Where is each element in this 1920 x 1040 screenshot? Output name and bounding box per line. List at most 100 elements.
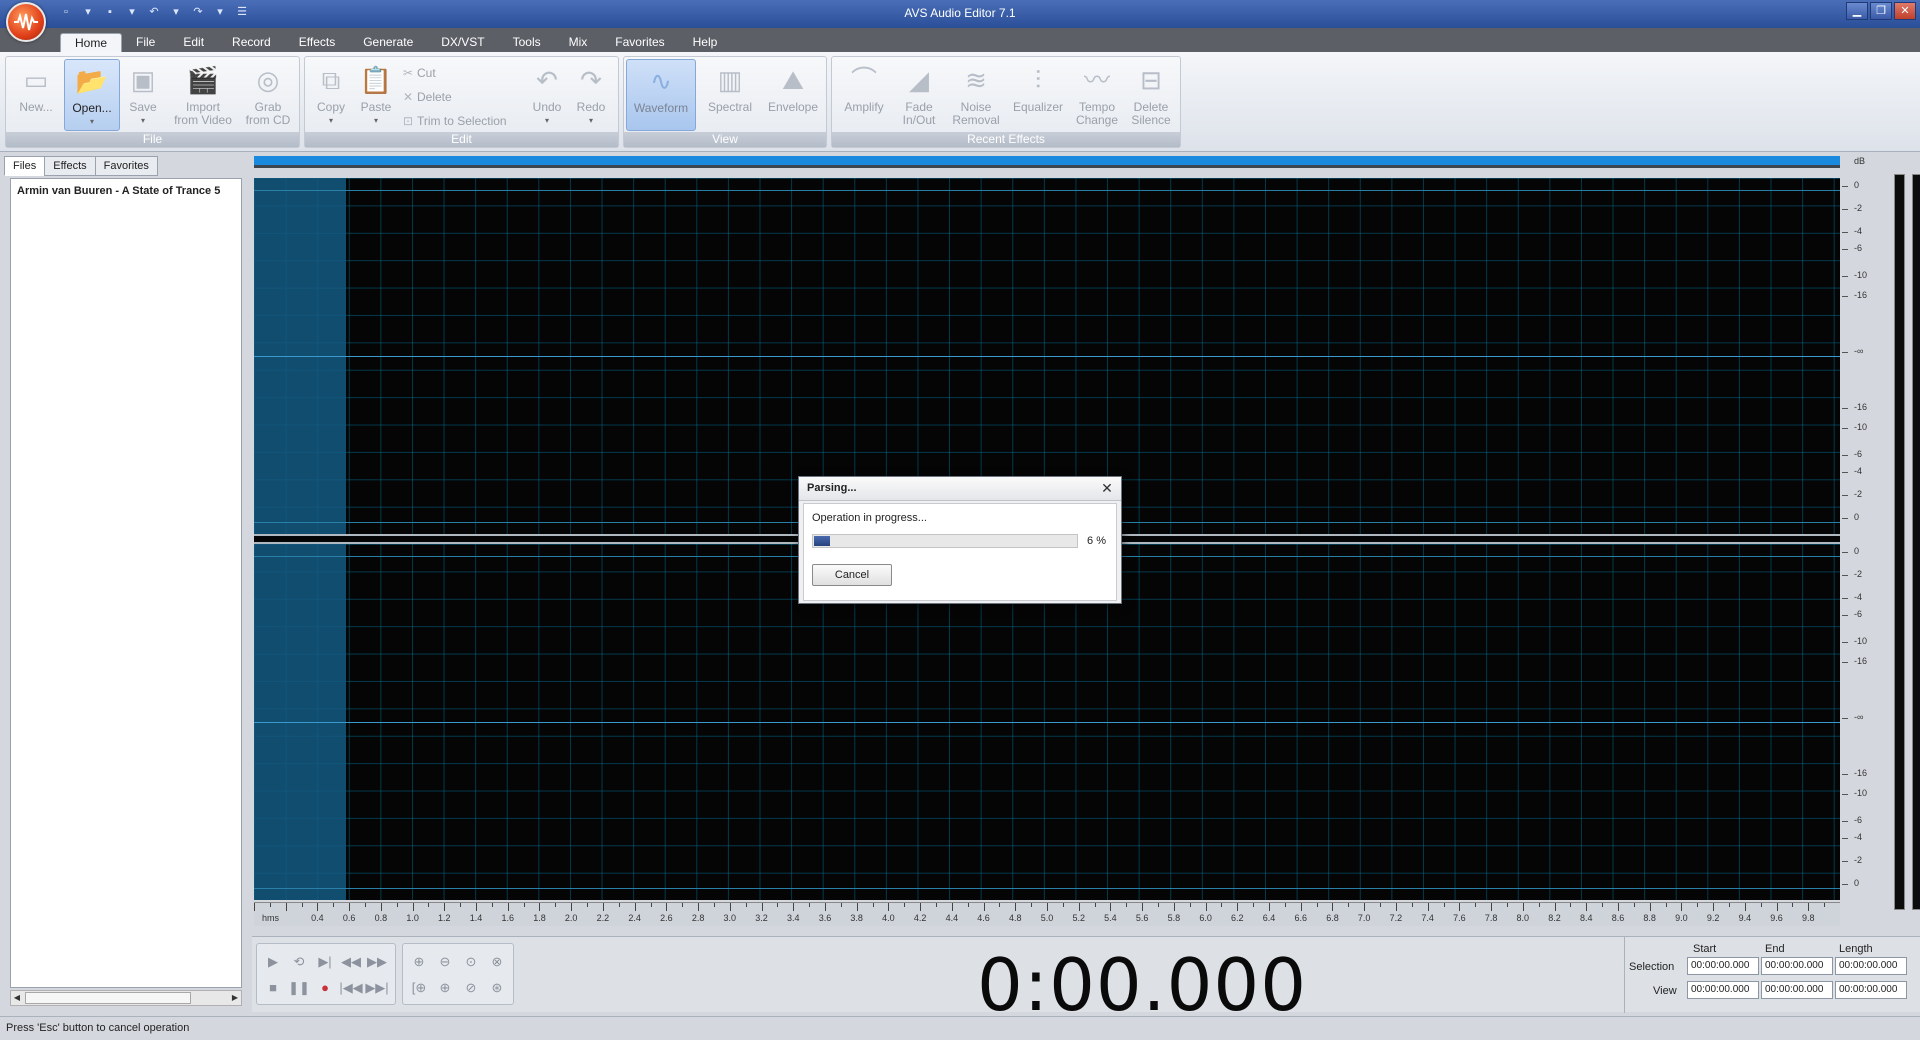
end-header: End bbox=[1765, 943, 1785, 955]
spectral-view-button[interactable]: ▥ Spectral bbox=[700, 59, 760, 131]
ruler-tick bbox=[476, 903, 478, 911]
record-icon[interactable]: ● bbox=[313, 976, 337, 1000]
play-to-end-icon[interactable]: ▶| bbox=[313, 950, 337, 974]
zoom-out-icon[interactable]: ⊖ bbox=[433, 950, 457, 974]
new-button[interactable]: ▭ New... bbox=[10, 59, 62, 131]
tab-tools[interactable]: Tools bbox=[499, 33, 555, 52]
tab-mix[interactable]: Mix bbox=[555, 33, 602, 52]
cut-button[interactable]: ✂ Cut bbox=[403, 63, 436, 83]
envelope-view-button[interactable]: ⛰ Envelope bbox=[762, 59, 824, 131]
selection-end-field[interactable]: 00:00:00.000 bbox=[1761, 957, 1833, 975]
zoom-selection-icon[interactable]: ⊗ bbox=[485, 950, 509, 974]
tab-home[interactable]: Home bbox=[60, 33, 123, 52]
amplify-button[interactable]: ⌒ Amplify bbox=[836, 59, 892, 131]
overview-bar[interactable] bbox=[254, 156, 1840, 168]
tab-dx-vst[interactable]: DX/VST bbox=[427, 33, 498, 52]
zoom-all-icon[interactable]: ⊛ bbox=[485, 976, 509, 1000]
ruler-tick bbox=[1300, 903, 1302, 911]
tab-favorites[interactable]: Favorites bbox=[94, 156, 158, 176]
copy-button[interactable]: ⧉ Copy ▾ bbox=[309, 59, 353, 131]
dialog-close-icon[interactable]: ✕ bbox=[1099, 480, 1115, 496]
go-to-start-icon[interactable]: |◀◀ bbox=[339, 976, 363, 1000]
scroll-right-arrow-icon[interactable]: ▶ bbox=[229, 991, 241, 1005]
file-list-horizontal-scrollbar[interactable]: ◀ ▶ bbox=[10, 990, 242, 1006]
paste-button[interactable]: 📋 Paste ▾ bbox=[353, 59, 399, 131]
trim-to-selection-button[interactable]: ⊡ Trim to Selection bbox=[403, 111, 507, 131]
maximize-button[interactable]: ❐ bbox=[1870, 2, 1892, 20]
ruler-label: 2.4 bbox=[628, 913, 641, 923]
selection-start-field[interactable]: 00:00:00.000 bbox=[1687, 957, 1759, 975]
pause-icon[interactable]: ❚❚ bbox=[287, 976, 311, 1000]
play-icon[interactable]: ▶ bbox=[261, 950, 285, 974]
waveform-view-button[interactable]: ∿ Waveform bbox=[626, 59, 696, 131]
ruler-label: 0.4 bbox=[311, 913, 324, 923]
undo-button[interactable]: ↶ Undo ▾ bbox=[525, 59, 569, 131]
fade-in-out-button[interactable]: ◢ Fade In/Out bbox=[894, 59, 944, 131]
zoom-in-vertical-icon[interactable]: [⊕ bbox=[407, 976, 431, 1000]
noise-removal-button[interactable]: ≋ Noise Removal bbox=[946, 59, 1006, 131]
db-tick bbox=[1842, 820, 1848, 822]
ruler-tick bbox=[666, 903, 668, 911]
ruler-tick bbox=[761, 903, 763, 911]
scroll-thumb[interactable] bbox=[25, 992, 191, 1004]
go-to-end-icon[interactable]: ▶▶| bbox=[365, 976, 389, 1000]
tab-edit[interactable]: Edit bbox=[169, 33, 218, 52]
cancel-button[interactable]: Cancel bbox=[812, 564, 892, 586]
channel-center-line bbox=[254, 722, 1840, 723]
db-label: -6 bbox=[1854, 448, 1863, 459]
db-label: -4 bbox=[1854, 226, 1863, 237]
redo-button[interactable]: ↷ Redo ▾ bbox=[569, 59, 613, 131]
delete-button[interactable]: ✕ Delete bbox=[403, 87, 452, 107]
view-length-field[interactable]: 00:00:00.000 bbox=[1835, 981, 1907, 999]
ruler-tick bbox=[460, 903, 462, 907]
open-button[interactable]: 📂 Open... ▾ bbox=[64, 59, 120, 131]
stop-icon[interactable]: ■ bbox=[261, 976, 285, 1000]
zoom-fit-icon[interactable]: ⊙ bbox=[459, 950, 483, 974]
zoom-in-icon[interactable]: ⊕ bbox=[407, 950, 431, 974]
loop-play-icon[interactable]: ⟲ bbox=[287, 950, 311, 974]
time-display: 0:00.000 bbox=[977, 943, 1307, 1027]
view-start-field[interactable]: 00:00:00.000 bbox=[1687, 981, 1759, 999]
close-button[interactable]: ✕ bbox=[1894, 2, 1916, 20]
import-from-video-button[interactable]: 🎬 Import from Video bbox=[168, 59, 238, 131]
db-label: -6 bbox=[1854, 243, 1863, 254]
progress-bar bbox=[812, 534, 1078, 548]
equalizer-button[interactable]: ⫶ Equalizer bbox=[1008, 59, 1068, 131]
db-tick bbox=[1842, 471, 1848, 473]
application-menu-button[interactable] bbox=[6, 2, 46, 42]
db-label: -16 bbox=[1854, 768, 1868, 779]
file-list-item[interactable]: Armin van Buuren - A State of Trance 5 bbox=[17, 185, 220, 197]
db-label: -4 bbox=[1854, 465, 1863, 476]
delete-silence-button[interactable]: ⊟ Delete Silence bbox=[1124, 59, 1178, 131]
tab-help[interactable]: Help bbox=[679, 33, 732, 52]
view-end-field[interactable]: 00:00:00.000 bbox=[1761, 981, 1833, 999]
zoom-out-vertical-icon[interactable]: ⊕ bbox=[433, 976, 457, 1000]
db-label: -10 bbox=[1854, 635, 1868, 646]
scroll-left-arrow-icon[interactable]: ◀ bbox=[11, 991, 23, 1005]
minimize-button[interactable]: ▁ bbox=[1846, 2, 1868, 20]
fast-forward-icon[interactable]: ▶▶ bbox=[365, 950, 389, 974]
title-bar: ▫ ▾ ▪ ▾ ↶ ▾ ↷ ▾ ☰ AVS Audio Editor 7.1 ▁ ❐ ✕ bbox=[0, 0, 1920, 28]
db-tick bbox=[1842, 884, 1848, 885]
time-ruler[interactable]: hms 0.4 0.6 0.8 1.0 1.2 1.4 1.6 1.8 2.0 2.2 2.4 2.6… bbox=[254, 902, 1840, 926]
ruler-label: 1.0 bbox=[406, 913, 419, 923]
tab-generate[interactable]: Generate bbox=[349, 33, 427, 52]
ruler-tick bbox=[872, 903, 874, 907]
ruler-tick bbox=[967, 903, 969, 907]
tab-files[interactable]: Files bbox=[4, 156, 46, 176]
zoom-reset-icon[interactable]: ⊘ bbox=[459, 976, 483, 1000]
selection-length-field[interactable]: 00:00:00.000 bbox=[1835, 957, 1907, 975]
tab-effects[interactable]: Effects bbox=[285, 33, 349, 52]
tab-record[interactable]: Record bbox=[218, 33, 285, 52]
rewind-icon[interactable]: ◀◀ bbox=[339, 950, 363, 974]
ruler-tick bbox=[1554, 903, 1556, 911]
tab-favorites[interactable]: Favorites bbox=[601, 33, 678, 52]
ruler-label: 4.8 bbox=[1009, 913, 1022, 923]
save-button[interactable]: ▣ Save ▾ bbox=[120, 59, 166, 131]
ruler-tick bbox=[1617, 903, 1619, 911]
tab-file[interactable]: File bbox=[122, 33, 169, 52]
tab-effects[interactable]: Effects bbox=[44, 156, 96, 176]
db-unit: dB bbox=[1854, 156, 1866, 166]
grab-from-cd-button[interactable]: ◎ Grab from CD bbox=[240, 59, 296, 131]
tempo-change-button[interactable]: 〰 Tempo Change bbox=[1070, 59, 1124, 131]
